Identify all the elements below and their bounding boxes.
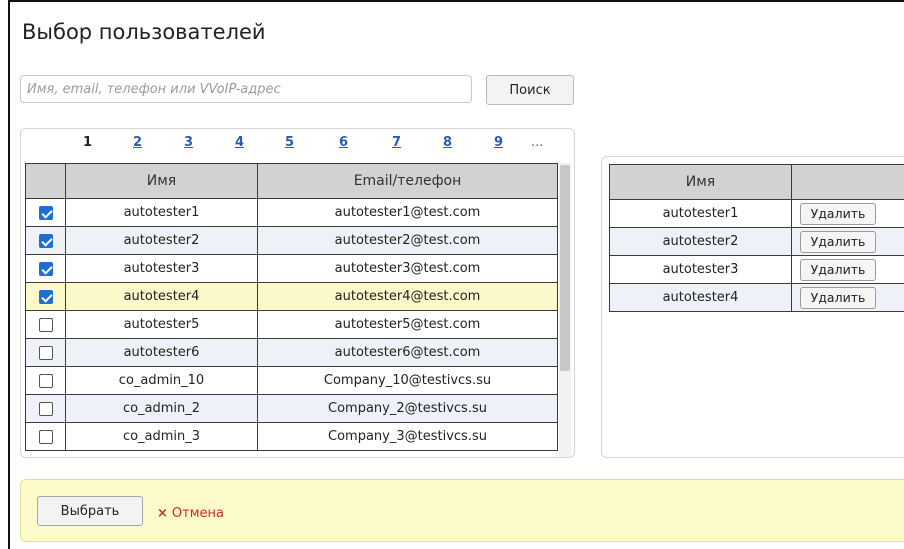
header-email[interactable]: Email/телефон (257, 163, 558, 199)
selected-header-name[interactable]: Имя (609, 164, 792, 200)
row-checkbox-cell (25, 226, 66, 255)
row-name: co_admin_10 (65, 366, 258, 395)
selected-row: autotester3 Удалить (609, 255, 904, 284)
selected-row-action: Удалить (791, 255, 904, 284)
selected-row-name: autotester3 (609, 255, 792, 284)
row-name: autotester6 (65, 338, 258, 367)
header-name[interactable]: Имя (65, 163, 258, 199)
selected-users-panel: Имя autotester1 Удалить autotester2 Удал… (601, 156, 904, 458)
selected-row-action: Удалить (791, 227, 904, 256)
selected-row: autotester4 Удалить (609, 283, 904, 312)
selected-row: autotester1 Удалить (609, 199, 904, 228)
row-contact: autotester2@test.com (257, 226, 558, 255)
selected-header-actions (791, 164, 904, 200)
scrollbar-thumb[interactable] (560, 165, 570, 371)
row-checkbox-cell (25, 310, 66, 339)
header-checkbox-col (25, 163, 66, 199)
row-checkbox-cell (25, 254, 66, 283)
page-link-8[interactable]: 8 (443, 135, 452, 150)
table-row[interactable]: co_admin_2 Company_2@testivcs.su (25, 394, 558, 423)
row-checkbox[interactable] (38, 289, 53, 304)
search-input[interactable] (20, 75, 472, 103)
table-row[interactable]: autotester1 autotester1@test.com (25, 198, 558, 227)
row-contact: autotester6@test.com (257, 338, 558, 367)
row-name: co_admin_3 (65, 422, 258, 451)
row-name: autotester3 (65, 254, 258, 283)
row-checkbox[interactable] (38, 317, 53, 332)
selected-row-action: Удалить (791, 199, 904, 228)
row-checkbox[interactable] (38, 373, 53, 388)
row-checkbox[interactable] (38, 205, 53, 220)
row-contact: autotester3@test.com (257, 254, 558, 283)
row-contact: autotester4@test.com (257, 282, 558, 311)
table-row[interactable]: autotester6 autotester6@test.com (25, 338, 558, 367)
row-contact: Company_10@testivcs.su (257, 366, 558, 395)
dialog-title: Выбор пользователей (22, 20, 266, 44)
row-name: autotester4 (65, 282, 258, 311)
row-checkbox-cell (25, 338, 66, 367)
delete-button[interactable]: Удалить (800, 258, 876, 281)
page-link-3[interactable]: 3 (184, 135, 193, 150)
row-name: autotester1 (65, 198, 258, 227)
close-icon: × (157, 506, 168, 521)
selected-users-table: Имя autotester1 Удалить autotester2 Удал… (609, 164, 904, 312)
selected-row-name: autotester4 (609, 283, 792, 312)
row-name: co_admin_2 (65, 394, 258, 423)
table-row[interactable]: autotester4 autotester4@test.com (25, 282, 558, 311)
users-panel: 1 2 3 4 5 6 7 8 9 ... Имя Email/телефон … (20, 128, 575, 458)
row-checkbox[interactable] (38, 401, 53, 416)
table-row[interactable]: autotester3 autotester3@test.com (25, 254, 558, 283)
row-name: autotester5 (65, 310, 258, 339)
users-table: Имя Email/телефон autotester1 autotester… (25, 163, 558, 451)
row-contact: Company_2@testivcs.su (257, 394, 558, 423)
row-checkbox[interactable] (38, 345, 53, 360)
delete-button[interactable]: Удалить (800, 202, 876, 225)
row-checkbox-cell (25, 422, 66, 451)
row-contact: autotester5@test.com (257, 310, 558, 339)
row-checkbox-cell (25, 282, 66, 311)
page-current: 1 (83, 135, 93, 150)
table-row[interactable]: autotester5 autotester5@test.com (25, 310, 558, 339)
table-row[interactable]: co_admin_10 Company_10@testivcs.su (25, 366, 558, 395)
delete-button[interactable]: Удалить (800, 286, 876, 309)
row-checkbox-cell (25, 198, 66, 227)
page-link-9[interactable]: 9 (494, 135, 503, 150)
page-more[interactable]: ... (531, 135, 543, 150)
selected-row-action: Удалить (791, 283, 904, 312)
row-contact: autotester1@test.com (257, 198, 558, 227)
table-row[interactable]: co_admin_3 Company_3@testivcs.su (25, 422, 558, 451)
dialog-footer: Выбрать × Отмена (20, 479, 904, 542)
page-link-5[interactable]: 5 (285, 135, 294, 150)
pagination: 1 2 3 4 5 6 7 8 9 ... (21, 129, 574, 159)
row-checkbox-cell (25, 366, 66, 395)
users-table-scroll[interactable]: Имя Email/телефон autotester1 autotester… (25, 163, 574, 457)
selected-row-name: autotester1 (609, 199, 792, 228)
row-checkbox[interactable] (38, 429, 53, 444)
search-button[interactable]: Поиск (486, 75, 574, 105)
page-link-7[interactable]: 7 (392, 135, 401, 150)
row-checkbox-cell (25, 394, 66, 423)
delete-button[interactable]: Удалить (800, 230, 876, 253)
cancel-label: Отмена (171, 506, 224, 521)
select-button[interactable]: Выбрать (37, 496, 143, 526)
selected-row: autotester2 Удалить (609, 227, 904, 256)
table-row[interactable]: autotester2 autotester2@test.com (25, 226, 558, 255)
page-link-6[interactable]: 6 (339, 135, 348, 150)
page-link-2[interactable]: 2 (133, 135, 142, 150)
row-checkbox[interactable] (38, 233, 53, 248)
selected-row-name: autotester2 (609, 227, 792, 256)
page-link-4[interactable]: 4 (235, 135, 244, 150)
cancel-link[interactable]: × Отмена (157, 506, 224, 521)
row-name: autotester2 (65, 226, 258, 255)
row-checkbox[interactable] (38, 261, 53, 276)
row-contact: Company_3@testivcs.su (257, 422, 558, 451)
